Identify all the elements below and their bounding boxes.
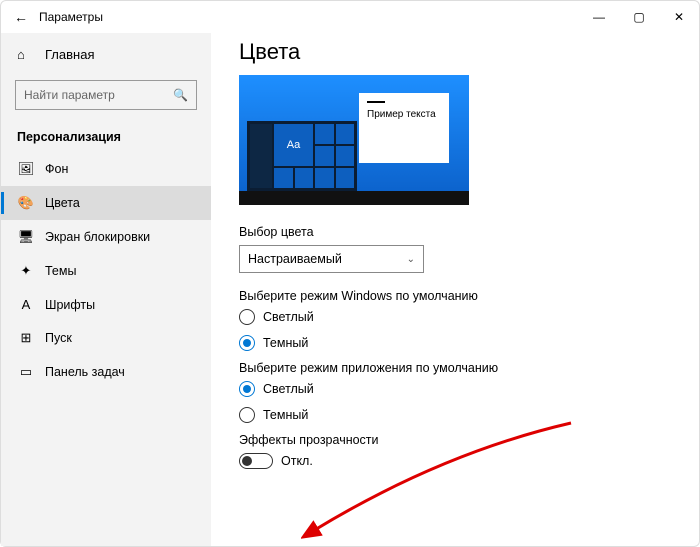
preview-window-card: Пример текста (359, 93, 449, 163)
color-pick-dropdown[interactable]: Настраиваемый ⌄ (239, 245, 424, 273)
app-mode-dark[interactable]: Темный (239, 407, 699, 423)
color-preview: Aa Пример текста (239, 75, 469, 205)
home-label: Главная (45, 47, 94, 62)
toggle-state: Откл. (281, 454, 313, 468)
fonts-icon: A (17, 297, 35, 312)
taskbar-icon: ▭ (17, 364, 35, 380)
sidebar-item-background[interactable]: 🖼 Фон (1, 152, 211, 186)
start-icon: ⊞ (17, 330, 35, 346)
home-link[interactable]: ⌂ Главная (1, 39, 211, 70)
chevron-down-icon: ⌄ (407, 254, 415, 265)
radio-icon (239, 309, 255, 325)
radio-label: Светлый (263, 382, 314, 396)
transparency-toggle[interactable]: Откл. (239, 453, 699, 469)
sidebar-item-start[interactable]: ⊞ Пуск (1, 321, 211, 355)
sidebar: ⌂ Главная Найти параметр 🔍 Персонализаци… (1, 33, 211, 546)
sidebar-item-label: Цвета (45, 196, 80, 210)
app-mode-label: Выберите режим приложения по умолчанию (239, 361, 699, 375)
toggle-switch-icon (239, 453, 273, 469)
sidebar-item-lockscreen[interactable]: 🖥 Экран блокировки (1, 220, 211, 254)
close-button[interactable]: ✕ (659, 1, 699, 33)
window-title: Параметры (39, 10, 103, 24)
sidebar-item-label: Шрифты (45, 298, 95, 312)
sidebar-category: Персонализация (1, 120, 211, 152)
radio-label: Светлый (263, 310, 314, 324)
radio-icon (239, 407, 255, 423)
radio-icon (239, 335, 255, 351)
sidebar-item-taskbar[interactable]: ▭ Панель задач (1, 355, 211, 389)
search-input[interactable]: Найти параметр 🔍 (15, 80, 197, 110)
palette-icon: 🎨 (17, 195, 35, 211)
sidebar-item-label: Панель задач (45, 365, 125, 379)
sidebar-item-themes[interactable]: ✦ Темы (1, 254, 211, 288)
sidebar-item-label: Фон (45, 162, 68, 176)
windows-mode-light[interactable]: Светлый (239, 309, 699, 325)
preview-taskbar (239, 191, 469, 205)
windows-mode-label: Выберите режим Windows по умолчанию (239, 289, 699, 303)
sidebar-item-colors[interactable]: 🎨 Цвета (1, 186, 211, 220)
lockscreen-icon: 🖥 (17, 229, 35, 245)
radio-label: Темный (263, 336, 308, 350)
search-icon: 🔍 (173, 88, 188, 102)
titlebar: ← Параметры ― ▢ ✕ (1, 1, 699, 33)
main-content: Цвета Aa Пример текста Выбор цвета Настр… (211, 33, 699, 546)
dropdown-value: Настраиваемый (248, 252, 342, 266)
sidebar-item-label: Экран блокировки (45, 230, 150, 244)
preview-start-menu: Aa (247, 121, 357, 191)
color-pick-label: Выбор цвета (239, 225, 699, 239)
page-title: Цвета (239, 39, 699, 65)
radio-label: Темный (263, 408, 308, 422)
sidebar-item-label: Пуск (45, 331, 72, 345)
picture-icon: 🖼 (17, 161, 35, 177)
back-button[interactable]: ← (9, 9, 33, 25)
sidebar-item-fonts[interactable]: A Шрифты (1, 288, 211, 321)
maximize-button[interactable]: ▢ (619, 1, 659, 33)
app-mode-light[interactable]: Светлый (239, 381, 699, 397)
home-icon: ⌂ (17, 47, 35, 62)
sidebar-item-label: Темы (45, 264, 76, 278)
search-placeholder: Найти параметр (24, 88, 115, 102)
themes-icon: ✦ (17, 263, 35, 279)
radio-icon (239, 381, 255, 397)
minimize-button[interactable]: ― (579, 1, 619, 33)
preview-tile-aa: Aa (274, 124, 313, 166)
transparency-label: Эффекты прозрачности (239, 433, 699, 447)
windows-mode-dark[interactable]: Темный (239, 335, 699, 351)
